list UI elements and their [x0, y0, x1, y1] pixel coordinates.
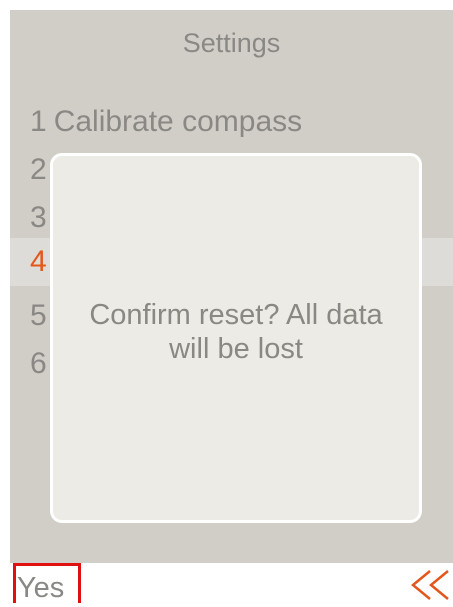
menu-item-number: 3	[30, 201, 47, 234]
menu-item-number: 5	[30, 299, 47, 332]
dialog-message: Confirm reset? All data will be lost	[89, 299, 383, 365]
menu-item-number: 2	[30, 153, 47, 186]
menu-item-number: 4	[30, 245, 47, 278]
back-button[interactable]	[408, 568, 453, 602]
page-title: Settings	[182, 28, 281, 58]
menu-item-number: 1	[30, 105, 47, 138]
yes-button[interactable]: Yes	[13, 563, 81, 603]
menu-item-label: Calibrate compass	[53, 105, 303, 138]
confirm-reset-dialog: Confirm reset? All data will be lost	[50, 153, 422, 523]
menu-item-number: 6	[30, 347, 47, 380]
device-screen: Settings 1 Calibrate compass 2 3 4 5 6 Co…	[10, 10, 453, 563]
menu-item-calibrate-compass[interactable]: 1 Calibrate compass	[10, 98, 453, 146]
double-chevron-left-icon	[411, 570, 449, 600]
